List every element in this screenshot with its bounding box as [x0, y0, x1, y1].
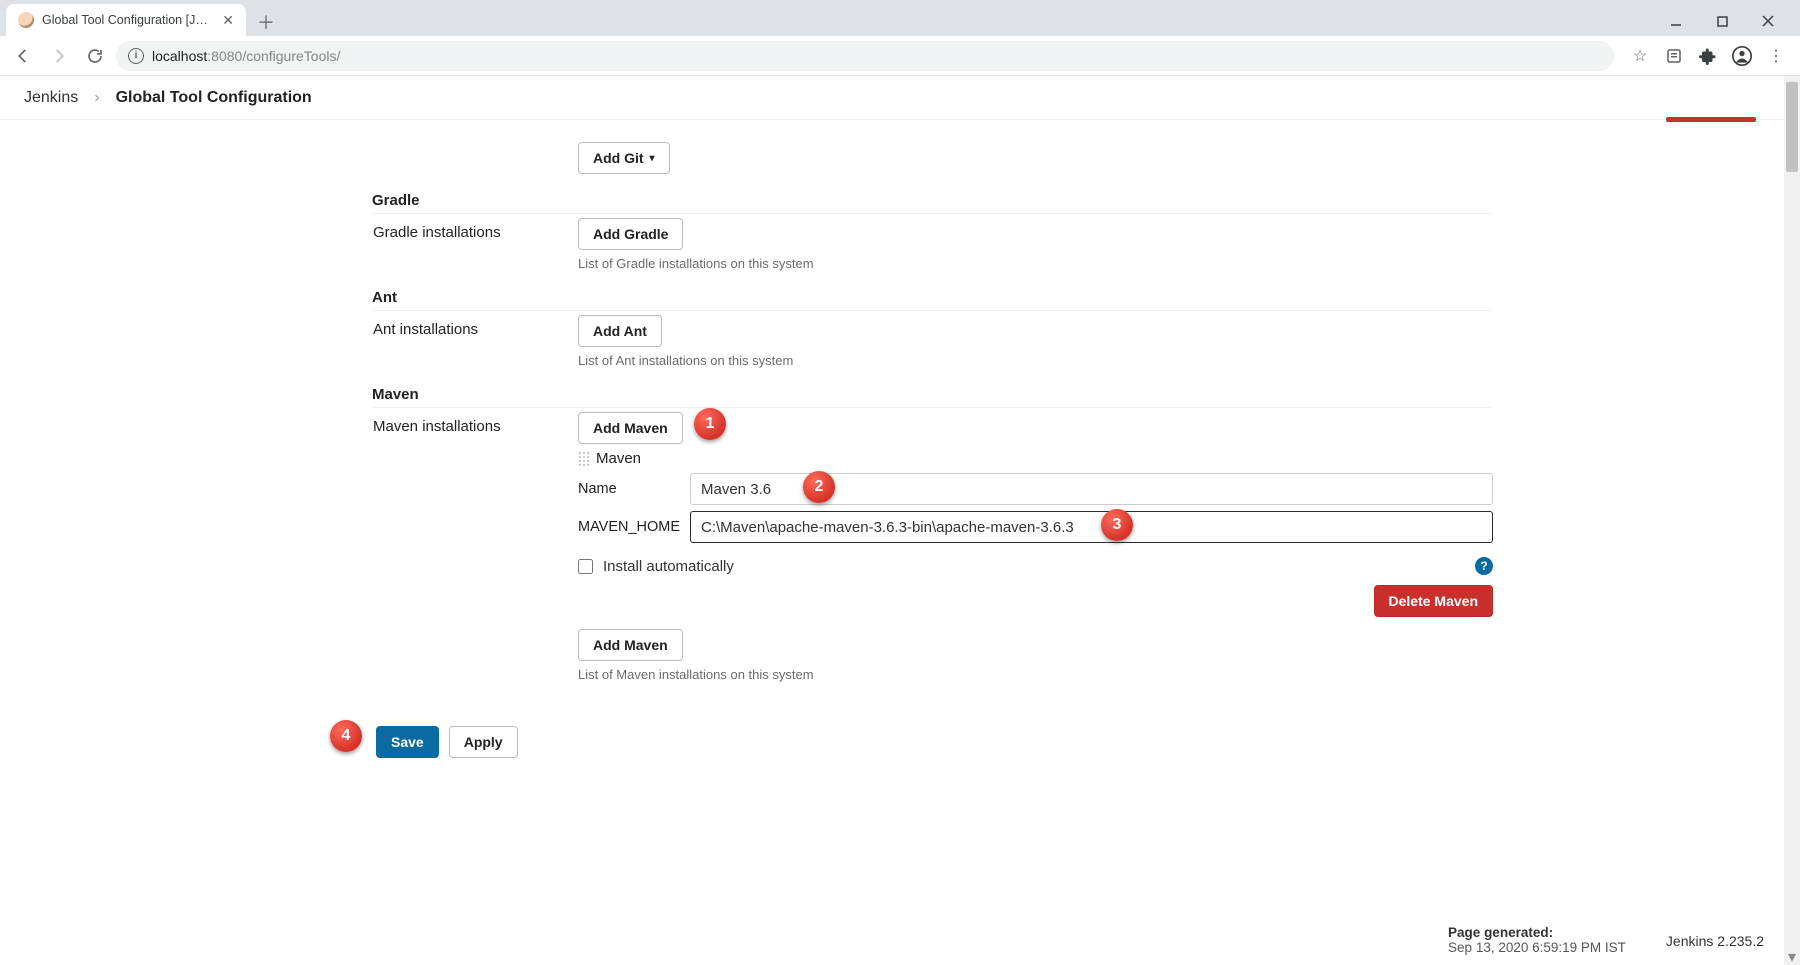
- maven-home-label: MAVEN_HOME: [578, 519, 676, 535]
- toolbar-right-icons: ☆ ⋮: [1620, 46, 1792, 66]
- annotation-4: 4: [330, 720, 362, 752]
- install-automatically-checkbox[interactable]: [578, 559, 593, 574]
- add-ant-button[interactable]: Add Ant: [578, 315, 662, 347]
- browser-tab[interactable]: Global Tool Configuration [Jenki ✕: [6, 4, 246, 36]
- delete-maven-button[interactable]: Delete Maven: [1374, 585, 1493, 617]
- save-label: Save: [391, 734, 424, 750]
- add-maven-button[interactable]: Add Maven: [578, 412, 683, 444]
- close-tab-icon[interactable]: ✕: [222, 12, 234, 29]
- maven-name-label: Name: [578, 481, 676, 497]
- page-generated-label: Page generated:: [1448, 925, 1626, 940]
- add-gradle-button[interactable]: Add Gradle: [578, 218, 683, 250]
- browser-toolbar: i localhost:8080/configureTools/ ☆ ⋮: [0, 36, 1800, 76]
- page-footer: Page generated: Sep 13, 2020 6:59:19 PM …: [1448, 925, 1764, 955]
- gradle-help-text: List of Gradle installations on this sys…: [578, 256, 1493, 271]
- ant-row-label: Ant installations: [373, 315, 578, 338]
- add-maven-button-2[interactable]: Add Maven: [578, 629, 683, 661]
- annotation-3: 3: [1101, 509, 1133, 541]
- add-git-label: Add Git: [593, 150, 644, 166]
- scroll-down-icon[interactable]: ▾: [1784, 949, 1800, 965]
- gradle-row-label: Gradle installations: [373, 218, 578, 241]
- page-generated-value: Sep 13, 2020 6:59:19 PM IST: [1448, 940, 1626, 955]
- delete-maven-label: Delete Maven: [1389, 593, 1478, 609]
- page-content: Jenkins › Global Tool Configuration Add …: [0, 76, 1784, 965]
- maven-row-label: Maven installations: [373, 412, 578, 435]
- annotation-2: 2: [803, 471, 835, 503]
- site-info-icon[interactable]: i: [128, 48, 144, 64]
- browser-chrome: Global Tool Configuration [Jenki ✕ ＋ i l…: [0, 0, 1800, 76]
- url-host: localhost: [152, 48, 207, 64]
- breadcrumb: Jenkins › Global Tool Configuration: [0, 76, 1784, 120]
- page-viewport: Jenkins › Global Tool Configuration Add …: [0, 76, 1800, 965]
- bookmark-star-icon[interactable]: ☆: [1630, 46, 1650, 66]
- window-controls: [1654, 6, 1794, 36]
- add-ant-label: Add Ant: [593, 323, 647, 339]
- profile-icon[interactable]: [1732, 46, 1752, 66]
- ant-help-text: List of Ant installations on this system: [578, 353, 1493, 368]
- extensions-icon[interactable]: [1698, 46, 1718, 66]
- add-maven-label: Add Maven: [593, 420, 668, 436]
- help-icon[interactable]: ?: [1475, 557, 1493, 575]
- nav-reload-button[interactable]: [80, 41, 110, 71]
- nav-forward-button[interactable]: [44, 41, 74, 71]
- apply-label: Apply: [464, 734, 503, 750]
- add-gradle-label: Add Gradle: [593, 226, 668, 242]
- reader-mode-icon[interactable]: [1664, 46, 1684, 66]
- chevron-down-icon: ▾: [650, 153, 655, 164]
- maven-home-input[interactable]: [690, 511, 1493, 543]
- kebab-menu-icon[interactable]: ⋮: [1766, 46, 1786, 66]
- window-minimize-button[interactable]: [1654, 6, 1698, 36]
- tab-strip: Global Tool Configuration [Jenki ✕ ＋: [0, 0, 1800, 36]
- tab-title: Global Tool Configuration [Jenki: [42, 13, 214, 27]
- annotation-1: 1: [694, 408, 726, 440]
- new-tab-button[interactable]: ＋: [252, 8, 280, 36]
- address-bar[interactable]: i localhost:8080/configureTools/: [116, 41, 1614, 71]
- url-port: :8080: [207, 48, 242, 64]
- add-maven-label-2: Add Maven: [593, 637, 668, 653]
- breadcrumb-current: Global Tool Configuration: [116, 89, 312, 107]
- apply-button[interactable]: Apply: [449, 726, 518, 758]
- jenkins-favicon: [18, 12, 34, 28]
- maven-help-text: List of Maven installations on this syst…: [578, 667, 1493, 682]
- ant-heading: Ant: [372, 289, 1492, 311]
- nav-back-button[interactable]: [8, 41, 38, 71]
- drag-handle-icon[interactable]: [578, 451, 590, 467]
- chevron-right-icon: ›: [94, 89, 99, 107]
- gradle-heading: Gradle: [372, 192, 1492, 214]
- cutoff-red-button: [1666, 117, 1756, 122]
- window-close-button[interactable]: [1746, 6, 1790, 36]
- window-maximize-button[interactable]: [1700, 6, 1744, 36]
- maven-block-title: Maven: [596, 450, 641, 467]
- url-path: /configureTools/: [242, 48, 340, 64]
- scroll-thumb[interactable]: [1786, 82, 1798, 172]
- add-git-button[interactable]: Add Git ▾: [578, 142, 670, 174]
- install-automatically-label: Install automatically: [603, 558, 734, 575]
- breadcrumb-root[interactable]: Jenkins: [24, 89, 78, 107]
- save-button[interactable]: Save: [376, 726, 439, 758]
- maven-heading: Maven: [372, 386, 1492, 408]
- vertical-scrollbar[interactable]: ▴ ▾: [1784, 76, 1800, 965]
- jenkins-version: Jenkins 2.235.2: [1666, 925, 1764, 949]
